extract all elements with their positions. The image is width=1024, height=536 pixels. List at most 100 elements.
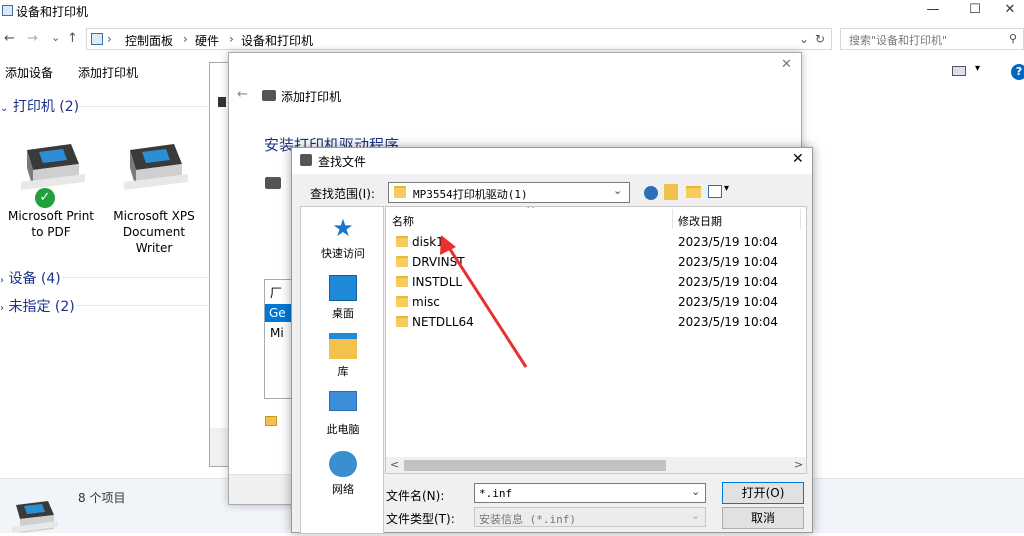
printer-icon [265, 177, 281, 189]
help-icon[interactable]: ? [1011, 64, 1024, 80]
place-label: 此电脑 [326, 423, 360, 436]
printer-ms-print-to-pdf[interactable]: ✓ Microsoft Print to PDF [3, 138, 99, 240]
item-count: 8 个项目 [78, 491, 126, 505]
breadcrumb-devices-printers[interactable]: 设备和打印机 [241, 32, 313, 49]
scrollbar-thumb[interactable] [404, 460, 666, 471]
look-in-dropdown[interactable]: MP3554打印机驱动(1) ⌄ [388, 182, 630, 203]
recent-locations-icon[interactable]: ⌄ [51, 31, 60, 44]
printer-name-line2: to PDF [31, 225, 71, 239]
printer-icon: ✓ [13, 138, 89, 208]
back-icon[interactable] [644, 186, 658, 200]
add-printer-button[interactable]: 添加打印机 [78, 64, 138, 81]
chevron-down-icon: ⌄ [691, 485, 701, 498]
divider [76, 305, 212, 306]
chevron-down-icon: ⌄ [691, 509, 701, 522]
place-libraries[interactable]: 库 [301, 333, 385, 379]
breadcrumb-separator-icon: › [183, 32, 188, 46]
search-input[interactable]: 搜索"设备和打印机" [849, 32, 947, 48]
wizard-back-button[interactable]: ← [237, 87, 248, 102]
manufacturer-item[interactable]: Mi [270, 326, 284, 340]
close-button[interactable]: ✕ [996, 0, 1024, 22]
file-name-value: *.inf [479, 487, 513, 500]
place-network[interactable]: 网络 [301, 451, 385, 497]
place-label: 桌面 [332, 307, 354, 320]
view-icon[interactable] [952, 66, 966, 76]
printer-name-line1: Microsoft Print [7, 209, 95, 223]
place-label: 库 [337, 365, 349, 378]
windows-update-icon [265, 416, 277, 426]
printer-icon [116, 138, 192, 208]
divider [78, 106, 218, 107]
add-device-button[interactable]: 添加设备 [5, 64, 53, 81]
place-this-pc[interactable]: 此电脑 [301, 391, 385, 437]
new-folder-icon[interactable] [686, 186, 701, 198]
printer-name-line2: Document [122, 225, 186, 239]
search-icon: ⚲ [1009, 32, 1018, 45]
breadcrumb-separator-icon: › [229, 32, 234, 46]
open-button[interactable]: 打开(O) [722, 482, 804, 504]
chevron-down-icon: ⌄ [613, 184, 623, 197]
divider [62, 277, 212, 278]
address-bar[interactable]: › 控制面板 › 硬件 › 设备和打印机 ⌄ ↻ [86, 28, 832, 50]
file-name-label: 文件名(N): [386, 489, 445, 503]
dialog-close-button[interactable]: ✕ [792, 151, 804, 167]
default-printer-check-icon: ✓ [35, 188, 55, 208]
wizard-close-button[interactable]: ✕ [781, 57, 792, 72]
search-box[interactable]: 搜索"设备和打印机" ⚲ [840, 28, 1024, 50]
scroll-right-icon[interactable]: > [794, 458, 803, 471]
group-printers-header[interactable]: ⌄ 打印机 (2) [0, 96, 79, 116]
breadcrumb-control-panel[interactable]: 控制面板 [125, 32, 173, 49]
star-icon: ★ [332, 214, 354, 242]
printer-ms-xps-writer[interactable]: Microsoft XPS Document Writer [106, 138, 202, 256]
place-desktop[interactable]: 桌面 [301, 275, 385, 321]
printer-name-line3: Writer [135, 241, 173, 255]
address-dropdown-icon[interactable]: ⌄ [799, 32, 809, 46]
dialog-app-icon [300, 154, 312, 166]
title-bar: 设备和打印机 — ☐ ✕ [0, 0, 1024, 22]
computer-icon [329, 391, 357, 411]
control-panel-icon [91, 33, 103, 45]
cancel-button[interactable]: 取消 [722, 507, 804, 529]
up-folder-icon[interactable] [664, 184, 678, 200]
annotation-arrow [440, 235, 528, 368]
library-icon [329, 333, 357, 359]
file-list[interactable]: 名称 ^ 修改日期 disk1 2023/5/19 10:04 DRVINST … [385, 206, 807, 474]
file-type-select[interactable]: 安装信息 (*.inf) ⌄ [474, 507, 706, 527]
devices-and-printers-window: 设备和打印机 — ☐ ✕ ← → ⌄ ↑ › 控制面板 › 硬件 › 设备和打印… [0, 0, 1024, 534]
dialog-title-bar: 查找文件 ✕ [292, 148, 812, 174]
back-arrow-icon[interactable]: ← [4, 31, 15, 46]
desktop-icon [329, 275, 357, 301]
view-menu-icon[interactable] [708, 185, 722, 198]
group-unspecified-header[interactable]: › 未指定 (2) [0, 296, 75, 316]
view-menu-dropdown-icon[interactable]: ▾ [724, 183, 729, 194]
place-quick-access[interactable]: ★ 快速访问 [301, 215, 385, 261]
group-devices-header[interactable]: › 设备 (4) [0, 268, 61, 288]
refresh-icon[interactable]: ↻ [815, 32, 825, 46]
maximize-button[interactable]: ☐ [952, 0, 998, 22]
place-label: 快速访问 [321, 247, 365, 260]
horizontal-scrollbar[interactable]: < > [386, 457, 806, 473]
file-type-label: 文件类型(T): [386, 512, 455, 526]
printer-name-line1: Microsoft XPS [113, 209, 195, 223]
forward-arrow-icon[interactable]: → [27, 31, 38, 46]
file-name-input[interactable]: *.inf ⌄ [474, 483, 706, 503]
look-in-value: MP3554打印机驱动(1) [413, 188, 528, 201]
group-printers-label: 打印机 (2) [12, 99, 80, 115]
up-arrow-icon[interactable]: ↑ [67, 31, 78, 46]
scroll-left-icon[interactable]: < [390, 458, 399, 471]
group-unspecified-label: 未指定 (2) [8, 299, 75, 315]
wizard-icon [218, 97, 226, 107]
minimize-button[interactable]: — [910, 0, 956, 22]
dialog-title: 查找文件 [318, 155, 367, 169]
look-in-label: 查找范围(I): [310, 187, 375, 201]
folder-icon [394, 186, 406, 198]
printer-icon [262, 90, 276, 101]
network-icon [329, 451, 357, 477]
wizard-background-footer [210, 428, 230, 466]
view-dropdown-icon[interactable]: ▾ [975, 63, 980, 74]
window-title: 设备和打印机 [16, 5, 89, 19]
places-bar: ★ 快速访问 桌面 库 此电脑 网络 [300, 206, 384, 534]
app-icon [2, 5, 13, 16]
wizard-title: 添加打印机 [281, 90, 342, 104]
breadcrumb-hardware[interactable]: 硬件 [195, 32, 219, 49]
